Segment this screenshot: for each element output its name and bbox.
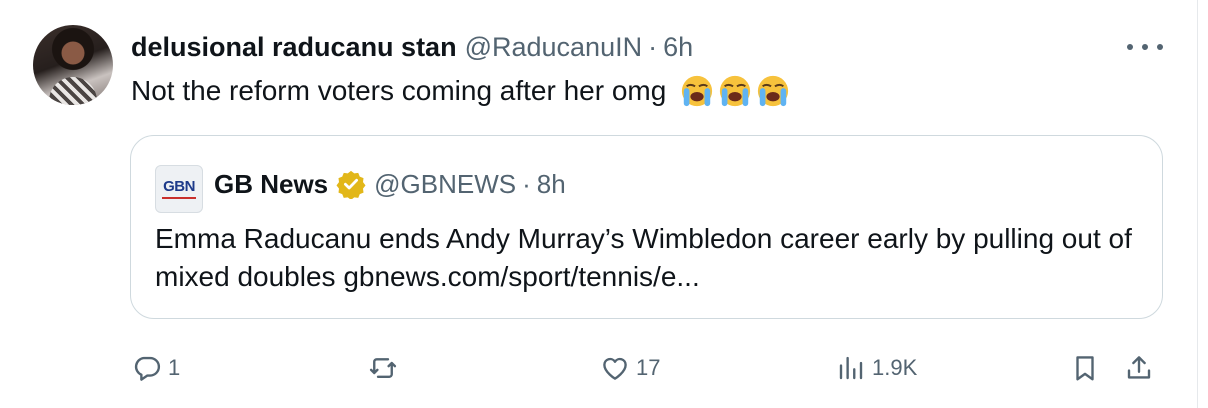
quoted-tweet-card[interactable]: GBN GB News @GBNEWS · 8h Emma Raducanu e… — [130, 135, 1163, 319]
repost-icon — [368, 353, 398, 383]
quoted-separator-dot: · — [522, 168, 531, 199]
timeline-border — [1197, 0, 1198, 408]
loudly-crying-face-icon — [680, 74, 714, 108]
loudly-crying-face-icon — [756, 74, 790, 108]
reply-button[interactable]: 1 — [132, 348, 180, 388]
bookmark-icon — [1070, 353, 1100, 383]
views-count: 1.9K — [872, 355, 918, 380]
quoted-display-name[interactable]: GB News — [214, 169, 328, 200]
more-options-icon[interactable] — [1127, 44, 1163, 52]
like-button[interactable]: 17 — [600, 348, 660, 388]
bookmark-button[interactable] — [1070, 348, 1100, 388]
heart-icon — [600, 353, 630, 383]
display-name[interactable]: delusional raducanu stan — [131, 32, 457, 63]
tweet-body: Not the reform voters coming after her o… — [131, 75, 667, 106]
gb-news-logo-text: GBN — [163, 178, 195, 195]
user-handle[interactable]: @RaducanuIN — [465, 32, 643, 63]
quoted-tweet-header: GB News @GBNEWS · 8h — [214, 167, 566, 201]
views-button[interactable]: 1.9K — [836, 348, 917, 388]
repost-button[interactable] — [368, 348, 404, 388]
tweet-text: Not the reform voters coming after her o… — [131, 72, 790, 110]
quoted-timestamp[interactable]: 8h — [537, 169, 566, 200]
timestamp[interactable]: 6h — [663, 32, 693, 63]
tweet-header: delusional raducanu stan @RaducanuIN · 6… — [131, 30, 693, 64]
verified-badge-icon — [336, 169, 366, 200]
avatar-image-detail — [49, 77, 97, 105]
reply-count: 1 — [168, 355, 181, 380]
quoted-user-handle[interactable]: @GBNEWS — [374, 169, 516, 200]
reply-icon — [132, 353, 162, 383]
share-icon — [1124, 353, 1154, 383]
like-count: 17 — [636, 355, 661, 380]
analytics-icon — [836, 353, 866, 383]
quoted-tweet-text: Emma Raducanu ends Andy Murray’s Wimbled… — [155, 223, 1132, 292]
logo-stripe — [162, 197, 196, 199]
avatar[interactable] — [33, 25, 113, 105]
loudly-crying-face-icon — [718, 74, 752, 108]
share-button[interactable] — [1124, 348, 1154, 388]
gb-news-avatar[interactable]: GBN — [155, 165, 203, 213]
action-bar: 1 17 1.9K — [0, 348, 1208, 388]
separator-dot: · — [648, 31, 658, 62]
